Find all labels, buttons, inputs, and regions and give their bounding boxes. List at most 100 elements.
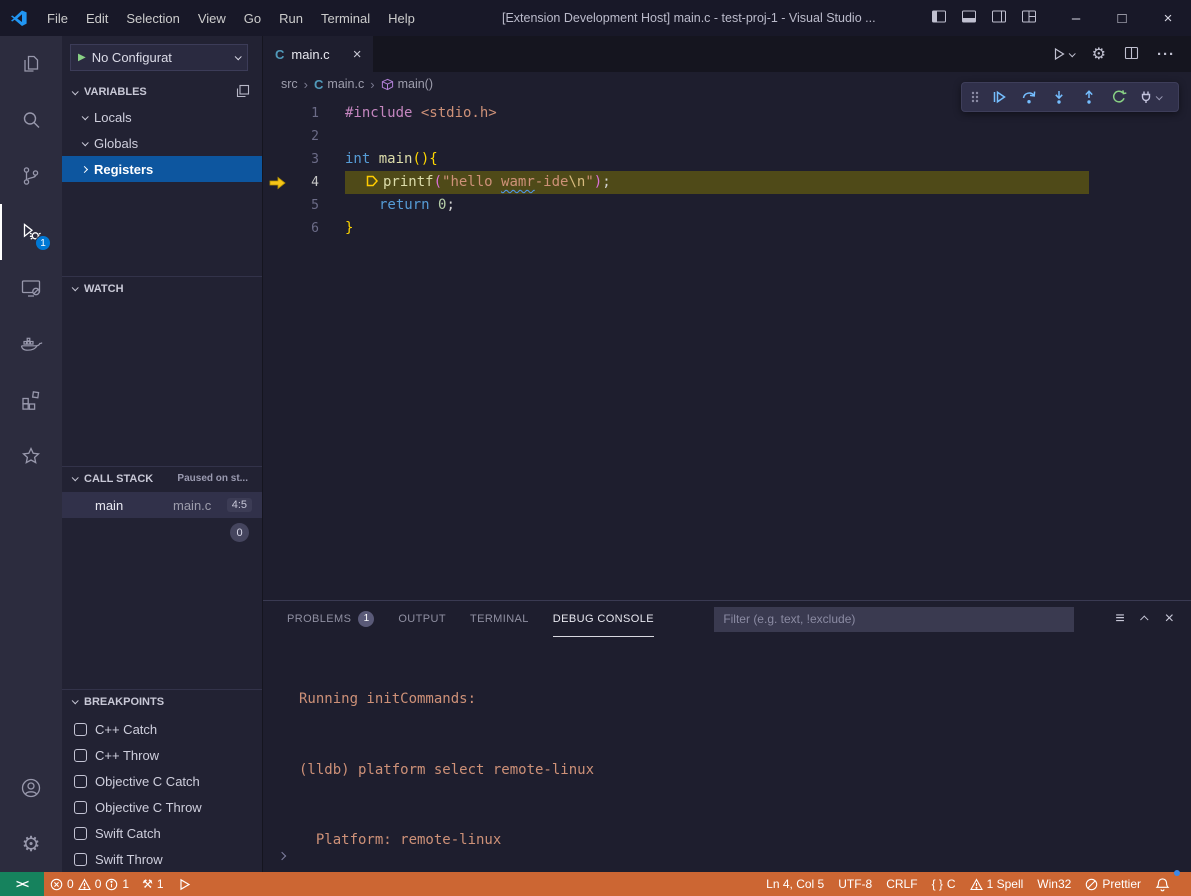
checkbox[interactable] bbox=[74, 749, 87, 762]
variables-item-locals[interactable]: Locals bbox=[62, 104, 262, 130]
language-indicator[interactable]: { } C bbox=[925, 872, 963, 896]
token-header-name: <stdio.h> bbox=[421, 105, 497, 121]
breadcrumb-file[interactable]: C main.c bbox=[314, 77, 364, 92]
checkbox[interactable] bbox=[74, 775, 87, 788]
close-tab-icon[interactable]: × bbox=[353, 46, 362, 63]
glyph-margin[interactable] bbox=[263, 102, 293, 125]
editor-settings-button[interactable]: ⚙ bbox=[1092, 44, 1106, 64]
spell-checker-status[interactable]: 1 Spell bbox=[963, 872, 1031, 896]
activity-search[interactable] bbox=[0, 92, 62, 148]
debug-line-pointer-icon[interactable] bbox=[365, 173, 379, 196]
activity-extensions[interactable] bbox=[0, 372, 62, 428]
formatter-indicator[interactable]: Prettier bbox=[1078, 872, 1148, 896]
breakpoint-cpp-catch[interactable]: C++ Catch bbox=[62, 716, 262, 742]
tab-output[interactable]: OUTPUT bbox=[398, 602, 446, 637]
checkbox[interactable] bbox=[74, 801, 87, 814]
toggle-panel-button[interactable] bbox=[961, 9, 977, 27]
glyph-margin[interactable] bbox=[263, 194, 293, 217]
checkbox[interactable] bbox=[74, 827, 87, 840]
debug-config-label: No Configurat bbox=[92, 50, 172, 65]
toggle-sidebar-button[interactable] bbox=[931, 9, 947, 27]
activity-favorites[interactable] bbox=[0, 428, 62, 484]
customize-layout-button[interactable] bbox=[1021, 9, 1037, 27]
activity-run-debug[interactable]: 1 bbox=[0, 204, 62, 260]
menu-help[interactable]: Help bbox=[379, 0, 424, 36]
debug-status-button[interactable] bbox=[171, 872, 198, 896]
more-actions-button[interactable]: ··· bbox=[1157, 46, 1175, 63]
eol-indicator[interactable]: CRLF bbox=[879, 872, 924, 896]
menu-selection[interactable]: Selection bbox=[117, 0, 188, 36]
breakpoint-objc-catch[interactable]: Objective C Catch bbox=[62, 768, 262, 794]
glyph-margin[interactable] bbox=[263, 125, 293, 148]
maximize-panel-icon[interactable] bbox=[1140, 615, 1148, 623]
menu-run[interactable]: Run bbox=[270, 0, 312, 36]
breadcrumb-src[interactable]: src bbox=[281, 77, 298, 91]
gripper-icon[interactable] bbox=[967, 89, 983, 105]
breakpoint-swift-throw[interactable]: Swift Throw bbox=[62, 846, 262, 872]
activity-accounts[interactable] bbox=[0, 760, 62, 816]
activity-remote-explorer[interactable] bbox=[0, 260, 62, 316]
checkbox[interactable] bbox=[74, 853, 87, 866]
tab-problems[interactable]: PROBLEMS 1 bbox=[287, 602, 374, 637]
checkbox[interactable] bbox=[74, 723, 87, 736]
close-panel-icon[interactable]: × bbox=[1165, 610, 1174, 628]
notifications-bell[interactable] bbox=[1148, 872, 1177, 896]
output-options-icon[interactable]: ≡ bbox=[1115, 610, 1124, 628]
breakpoint-swift-catch[interactable]: Swift Catch bbox=[62, 820, 262, 846]
breakpoints-section-header[interactable]: BREAKPOINTS bbox=[62, 689, 262, 713]
tasks-indicator[interactable]: ⚒ 1 bbox=[135, 872, 170, 896]
menu-terminal[interactable]: Terminal bbox=[312, 0, 379, 36]
activity-explorer[interactable] bbox=[0, 36, 62, 92]
code-line-6: 6 } bbox=[263, 217, 1191, 240]
activity-source-control[interactable] bbox=[0, 148, 62, 204]
step-over-button[interactable] bbox=[1015, 84, 1043, 110]
maximize-button[interactable]: □ bbox=[1099, 0, 1145, 36]
toggle-secondary-sidebar-button[interactable] bbox=[991, 9, 1007, 27]
watch-title: WATCH bbox=[84, 283, 124, 295]
close-button[interactable]: × bbox=[1145, 0, 1191, 36]
debug-console-filter-input[interactable] bbox=[714, 607, 1074, 632]
remote-explorer-icon bbox=[19, 276, 43, 300]
breakpoint-objc-throw[interactable]: Objective C Throw bbox=[62, 794, 262, 820]
step-into-button[interactable] bbox=[1045, 84, 1073, 110]
cursor-position[interactable]: Ln 4, Col 5 bbox=[759, 872, 831, 896]
chevron-right-icon bbox=[81, 165, 88, 172]
glyph-margin[interactable] bbox=[263, 217, 293, 240]
debug-config-dropdown[interactable]: ▶ No Configurat bbox=[70, 44, 248, 71]
breadcrumb-symbol[interactable]: main() bbox=[381, 77, 433, 91]
split-editor-button[interactable] bbox=[1124, 46, 1139, 63]
problems-status[interactable]: 0 0 1 bbox=[44, 872, 135, 896]
continue-button[interactable] bbox=[985, 84, 1013, 110]
code-editor[interactable]: 1 #include <stdio.h> 2 3 int main(){ 4 p… bbox=[263, 96, 1191, 600]
callstack-frame-row[interactable]: main main.c 4:5 bbox=[62, 492, 262, 518]
variables-section-header[interactable]: VARIABLES bbox=[62, 80, 262, 104]
encoding-indicator[interactable]: UTF-8 bbox=[831, 872, 879, 896]
activity-settings[interactable]: ⚙ bbox=[0, 816, 62, 872]
run-file-button[interactable] bbox=[1052, 47, 1074, 61]
info-count: 1 bbox=[122, 877, 129, 891]
watch-section-header[interactable]: WATCH bbox=[62, 276, 262, 300]
activity-docker[interactable] bbox=[0, 316, 62, 372]
restart-button[interactable] bbox=[1105, 84, 1133, 110]
minimize-button[interactable]: – bbox=[1053, 0, 1099, 36]
menu-view[interactable]: View bbox=[189, 0, 235, 36]
tab-terminal[interactable]: TERMINAL bbox=[470, 602, 529, 637]
remote-indicator[interactable]: >< bbox=[0, 872, 44, 896]
callstack-section-header[interactable]: CALL STACK Paused on st... bbox=[62, 466, 262, 490]
menu-edit[interactable]: Edit bbox=[77, 0, 117, 36]
menu-file[interactable]: File bbox=[38, 0, 77, 36]
variables-item-registers[interactable]: Registers bbox=[62, 156, 262, 182]
glyph-margin[interactable] bbox=[263, 148, 293, 171]
disconnect-button[interactable] bbox=[1135, 84, 1163, 110]
variables-section-icon[interactable] bbox=[236, 84, 262, 101]
step-out-button[interactable] bbox=[1075, 84, 1103, 110]
variables-item-globals[interactable]: Globals bbox=[62, 130, 262, 156]
menu-go[interactable]: Go bbox=[235, 0, 270, 36]
start-debug-icon[interactable]: ▶ bbox=[78, 52, 86, 63]
glyph-margin[interactable] bbox=[263, 171, 293, 194]
platform-indicator[interactable]: Win32 bbox=[1030, 872, 1078, 896]
tab-main-c[interactable]: C main.c × bbox=[263, 36, 373, 72]
debug-console-input[interactable] bbox=[279, 847, 285, 862]
tab-debug-console[interactable]: DEBUG CONSOLE bbox=[553, 602, 654, 637]
breakpoint-cpp-throw[interactable]: C++ Throw bbox=[62, 742, 262, 768]
